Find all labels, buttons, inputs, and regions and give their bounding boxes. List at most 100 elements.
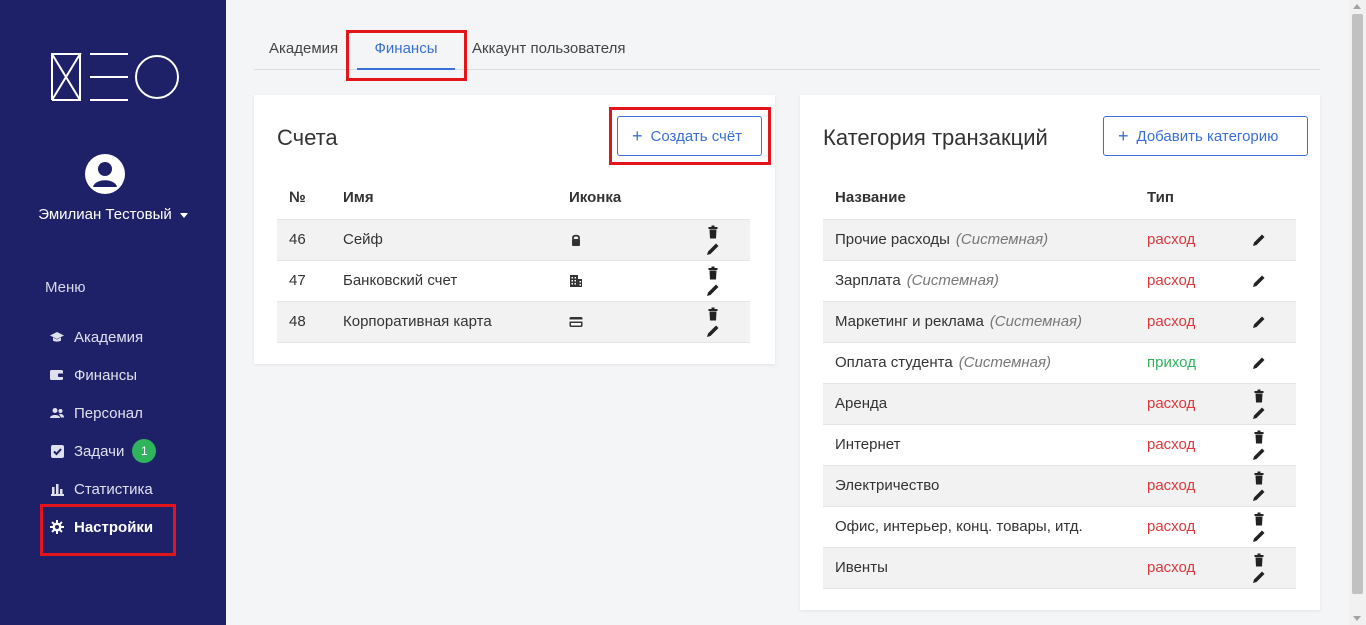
plus-icon: + [1118, 126, 1129, 146]
sidebar-item-finance[interactable]: Финансы [40, 356, 210, 394]
categories-title: Категория транзакций [823, 125, 1048, 150]
add-category-button[interactable]: + Добавить категорию [1103, 116, 1308, 156]
table-header-row: № Имя Иконка [277, 177, 750, 220]
category-name-cell: Маркетинг и реклама (Системная) [823, 301, 1135, 343]
system-label: (Системная) [955, 231, 1049, 248]
table-row[interactable]: Оплата студента (Системная) приход [823, 342, 1296, 384]
sidebar-item-tasks[interactable]: Задачи 1 [40, 432, 210, 470]
row-actions [657, 260, 750, 302]
pencil-icon[interactable] [1252, 488, 1266, 502]
categories-card: Категория транзакций + Добавить категори… [800, 95, 1320, 610]
table-row[interactable]: 46 Сейф [277, 219, 750, 261]
account-id: 46 [277, 219, 331, 261]
accounts-title: Счета [277, 125, 338, 150]
trash-icon[interactable] [1252, 553, 1266, 567]
sidebar-menu: Академия Финансы Персонал Задачи 1 Стати… [40, 318, 210, 556]
account-icon-cell [557, 260, 657, 302]
sidebar: Эмилиан Тестовый Меню Академия Финансы П… [0, 0, 226, 625]
category-type: расход [1135, 219, 1225, 261]
accounts-table: № Имя Иконка 46 Сейф 47 Банковский счет [277, 177, 750, 343]
row-actions [1225, 301, 1296, 343]
pencil-icon[interactable] [1252, 274, 1266, 288]
table-row[interactable]: Зарплата (Системная) расход [823, 260, 1296, 302]
scroll-up-arrow-icon[interactable] [1353, 4, 1361, 9]
caret-down-icon [179, 212, 188, 218]
row-actions [657, 219, 750, 261]
pencil-icon[interactable] [1252, 406, 1266, 420]
pencil-icon[interactable] [1252, 447, 1266, 461]
account-name: Банковский счет [331, 260, 557, 302]
category-name-cell: Прочие расходы (Системная) [823, 219, 1135, 261]
column-header-type: Тип [1135, 177, 1225, 220]
trash-icon[interactable] [1252, 430, 1266, 444]
table-row[interactable]: Аренда расход [823, 383, 1296, 425]
table-header-row: Название Тип [823, 177, 1296, 220]
scrollbar-thumb[interactable] [1352, 14, 1363, 594]
account-name: Сейф [331, 219, 557, 261]
category-name: Прочие расходы [835, 231, 950, 248]
pencil-icon[interactable] [1252, 233, 1266, 247]
trash-icon[interactable] [1252, 512, 1266, 526]
lock-icon [572, 234, 580, 247]
table-row[interactable]: Маркетинг и реклама (Системная) расход [823, 301, 1296, 343]
category-type: расход [1135, 465, 1225, 507]
account-name: Корпоративная карта [331, 301, 557, 343]
trash-icon[interactable] [1252, 389, 1266, 403]
sidebar-item-label: Академия [74, 328, 144, 346]
table-row[interactable]: Прочие расходы (Системная) расход [823, 219, 1296, 261]
table-row[interactable]: Ивенты расход [823, 547, 1296, 589]
row-actions [1225, 383, 1296, 425]
vertical-scrollbar[interactable] [1349, 0, 1366, 625]
sidebar-item-label: Настройки [74, 518, 154, 536]
category-name-cell: Аренда [823, 383, 1135, 425]
trash-icon[interactable] [706, 307, 720, 321]
system-label: (Системная) [989, 313, 1083, 330]
trash-icon[interactable] [706, 266, 720, 280]
column-header-icon: Иконка [557, 177, 657, 220]
sidebar-item-label: Задачи [74, 442, 125, 460]
account-id: 48 [277, 301, 331, 343]
pencil-icon[interactable] [1252, 315, 1266, 329]
table-row[interactable]: Интернет расход [823, 424, 1296, 466]
row-actions [1225, 260, 1296, 302]
pencil-icon[interactable] [706, 324, 720, 338]
scroll-down-arrow-icon[interactable] [1353, 616, 1361, 621]
tab-academy[interactable]: Академия [269, 40, 338, 57]
user-menu-toggle[interactable]: Эмилиан Тестовый [0, 206, 226, 223]
row-actions [1225, 424, 1296, 466]
table-row[interactable]: 47 Банковский счет [277, 260, 750, 302]
table-row[interactable]: Офис, интерьер, конц. товары, итд. расход [823, 506, 1296, 548]
category-name-cell: Интернет [823, 424, 1135, 466]
neo-logo[interactable] [50, 52, 180, 107]
credit-card-icon [569, 317, 583, 328]
pencil-icon[interactable] [706, 283, 720, 297]
tasks-count-badge: 1 [132, 439, 157, 463]
pencil-icon[interactable] [706, 242, 720, 256]
column-header-actions [1225, 177, 1296, 220]
trash-icon[interactable] [706, 225, 720, 239]
category-name: Ивенты [835, 559, 888, 576]
sidebar-item-label: Статистика [74, 480, 153, 498]
table-row[interactable]: Электричество расход [823, 465, 1296, 507]
category-type: расход [1135, 260, 1225, 302]
sidebar-item-academy[interactable]: Академия [40, 318, 210, 356]
pencil-icon[interactable] [1252, 570, 1266, 584]
categories-table: Название Тип Прочие расходы (Системная) ра… [823, 177, 1296, 589]
row-actions [1225, 465, 1296, 507]
system-label: (Системная) [958, 354, 1051, 371]
sidebar-item-staff[interactable]: Персонал [40, 394, 210, 432]
user-name: Эмилиан Тестовый [38, 206, 172, 223]
pencil-icon[interactable] [1252, 529, 1266, 543]
bar-chart-icon [50, 482, 64, 496]
tab-user-account[interactable]: Аккаунт пользователя [472, 40, 625, 57]
row-actions [1225, 219, 1296, 261]
column-header-name: Имя [331, 177, 557, 220]
category-type: приход [1135, 342, 1225, 384]
sidebar-item-settings[interactable]: Настройки [40, 504, 210, 556]
user-avatar-icon[interactable] [85, 154, 125, 194]
trash-icon[interactable] [1252, 471, 1266, 485]
checkbox-icon [50, 444, 64, 458]
table-row[interactable]: 48 Корпоративная карта [277, 301, 750, 343]
sidebar-item-statistics[interactable]: Статистика [40, 470, 210, 508]
pencil-icon[interactable] [1252, 356, 1266, 370]
